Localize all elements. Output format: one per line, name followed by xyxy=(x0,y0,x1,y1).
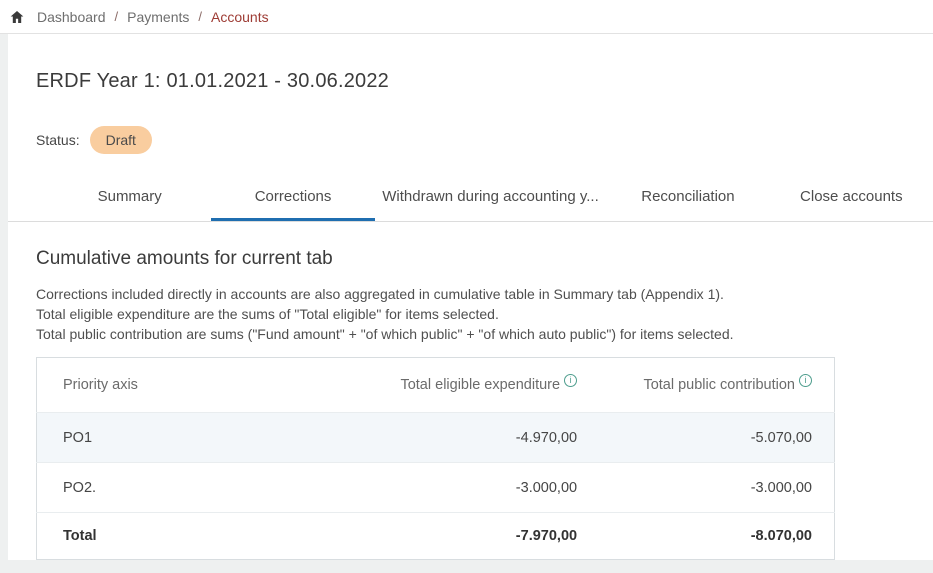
column-header-label: Total eligible expenditure xyxy=(400,377,560,393)
content-panel: ERDF Year 1: 01.01.2021 - 30.06.2022 Sta… xyxy=(8,34,933,560)
breadcrumb-dashboard[interactable]: Dashboard xyxy=(37,9,106,25)
page-title: ERDF Year 1: 01.01.2021 - 30.06.2022 xyxy=(36,70,933,93)
cell-total-eligible: -3.000,00 xyxy=(364,463,599,513)
status-badge: Draft xyxy=(90,126,152,154)
column-header-label: Total public contribution xyxy=(643,377,795,393)
tab-bar: Summary Corrections Withdrawn during acc… xyxy=(8,178,933,222)
tab-corrections[interactable]: Corrections xyxy=(211,178,374,221)
cell-total-label: Total xyxy=(37,513,364,560)
breadcrumb-payments[interactable]: Payments xyxy=(127,9,189,25)
description-line-2: Total eligible expenditure are the sums … xyxy=(36,304,933,324)
info-icon[interactable]: i xyxy=(564,374,577,387)
description-line-3: Total public contribution are sums ("Fun… xyxy=(36,324,933,344)
breadcrumb-separator: / xyxy=(198,9,202,24)
column-header-priority-axis: Priority axis xyxy=(37,358,364,413)
cell-priority-axis: PO2. xyxy=(37,463,364,513)
info-icon[interactable]: i xyxy=(799,374,812,387)
cell-priority-axis: PO1 xyxy=(37,413,364,463)
breadcrumb: Dashboard / Payments / Accounts xyxy=(0,0,933,34)
section-heading: Cumulative amounts for current tab xyxy=(36,248,933,270)
cell-total-eligible-sum: -7.970,00 xyxy=(364,513,599,560)
table-header-row: Priority axis Total eligible expenditure… xyxy=(37,358,835,413)
status-label: Status: xyxy=(36,132,80,148)
cumulative-table: Priority axis Total eligible expenditure… xyxy=(36,357,835,560)
cell-total-public: -5.070,00 xyxy=(599,413,834,463)
tab-close-accounts[interactable]: Close accounts xyxy=(770,178,933,221)
breadcrumb-accounts[interactable]: Accounts xyxy=(211,9,269,25)
status-row: Status: Draft xyxy=(36,126,933,154)
cell-total-eligible: -4.970,00 xyxy=(364,413,599,463)
tab-withdrawn-during-accounting-year[interactable]: Withdrawn during accounting y... xyxy=(375,178,607,221)
tab-summary[interactable]: Summary xyxy=(48,178,211,221)
column-header-total-eligible-expenditure: Total eligible expenditure i xyxy=(364,358,599,413)
table-total-row: Total -7.970,00 -8.070,00 xyxy=(37,513,835,560)
table-row: PO1 -4.970,00 -5.070,00 xyxy=(37,413,835,463)
table-row: PO2. -3.000,00 -3.000,00 xyxy=(37,463,835,513)
cell-total-public-sum: -8.070,00 xyxy=(599,513,834,560)
tab-reconciliation[interactable]: Reconciliation xyxy=(606,178,769,221)
column-header-total-public-contribution: Total public contribution i xyxy=(599,358,834,413)
cumulative-amounts-section: Cumulative amounts for current tab Corre… xyxy=(8,222,933,344)
breadcrumb-separator: / xyxy=(115,9,119,24)
home-icon[interactable] xyxy=(9,9,25,25)
cell-total-public: -3.000,00 xyxy=(599,463,834,513)
description-line-1: Corrections included directly in account… xyxy=(36,284,933,304)
